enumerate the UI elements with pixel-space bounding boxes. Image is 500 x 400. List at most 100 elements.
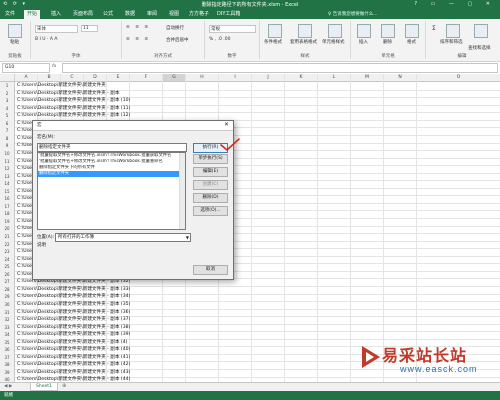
cell-value[interactable]: C:\Users\Desktop\新建文件夹\新建文件夹 (17, 82, 106, 90)
create-button[interactable]: 创建(C) (193, 180, 228, 190)
row-number[interactable]: 22 (0, 240, 15, 249)
macro-name-input[interactable]: 删除指定文件夹 (37, 143, 187, 152)
row-number[interactable]: 16 (0, 195, 15, 203)
sheet-nav-icon[interactable]: ◀ ▶ (4, 383, 12, 390)
row-number[interactable]: 30 (0, 300, 15, 309)
column-header[interactable]: E (107, 74, 130, 82)
cell-styles-button[interactable]: 单元格样式 (322, 39, 345, 45)
conditional-format-icon[interactable] (268, 24, 282, 38)
row-number[interactable]: 12 (0, 165, 15, 173)
font-format-buttons[interactable]: B I U · A A (35, 37, 57, 42)
row-number[interactable]: 9 (0, 142, 15, 151)
row-number[interactable]: 32 (0, 316, 15, 324)
column-header[interactable]: K (285, 74, 318, 82)
tab-view[interactable]: 视图 (166, 10, 182, 19)
tab-formulas[interactable]: 公式 (100, 10, 116, 19)
row-number[interactable]: 37 (0, 353, 15, 362)
row-number[interactable]: 20 (0, 225, 15, 234)
select-all-corner[interactable] (0, 74, 15, 82)
insert-cells-button[interactable]: 插入 (359, 39, 368, 45)
row-number[interactable]: 11 (0, 157, 15, 166)
row-number[interactable]: 39 (0, 368, 15, 377)
indent-buttons[interactable]: ≡ ≡ ≡ (126, 37, 150, 42)
tab-page-layout[interactable]: 页面布局 (70, 10, 96, 19)
cell-value[interactable]: C:\Users\Desktop\新建文件夹\新建文件夹 - 副本 (41) (17, 354, 130, 362)
sort-filter-icon[interactable] (446, 24, 460, 38)
conditional-format-button[interactable]: 条件格式 (264, 39, 282, 45)
find-select-icon[interactable] (474, 24, 488, 38)
row-number[interactable]: 33 (0, 323, 15, 332)
row-number[interactable]: 35 (0, 338, 15, 347)
column-header[interactable]: D (84, 74, 107, 82)
row-number[interactable]: 10 (0, 149, 15, 158)
row-number[interactable]: 28 (0, 285, 15, 294)
find-select-button[interactable]: 查找和选择 (468, 45, 491, 51)
cell-styles-icon[interactable] (328, 24, 342, 38)
row-number[interactable]: 26 (0, 270, 15, 279)
cancel-button[interactable]: 取消 (193, 265, 228, 275)
column-header[interactable]: L (318, 74, 351, 82)
tab-insert[interactable]: 插入 (48, 10, 64, 19)
format-cells-button[interactable]: 格式 (407, 39, 416, 45)
font-size-select[interactable]: 11 (81, 25, 98, 32)
row-number[interactable]: 2 (0, 89, 15, 98)
row-number[interactable]: 17 (0, 202, 15, 211)
column-header[interactable]: A (15, 74, 38, 82)
list-scrollbar[interactable] (179, 153, 185, 229)
column-header[interactable]: H (186, 74, 219, 82)
autosum-icon[interactable]: Σ (432, 25, 436, 32)
tab-data[interactable]: 数据 (122, 10, 138, 19)
step-into-button[interactable]: 单步执行(S) (193, 154, 228, 164)
row-number[interactable]: 5 (0, 112, 15, 120)
row-number[interactable]: 24 (0, 255, 15, 264)
row-number[interactable]: 19 (0, 217, 15, 226)
cell-value[interactable]: C:\Users\Desktop\新建文件夹\新建文件夹 - 副本 (33) (17, 286, 130, 294)
format-as-table-button[interactable]: 套用表格格式 (290, 39, 317, 45)
tab-home[interactable]: 开始 (24, 10, 41, 19)
column-header[interactable]: C (61, 74, 84, 82)
cell-value[interactable]: C:\Users\Desktop\新建文件夹\新建文件夹 - 副本 (42) (17, 361, 130, 369)
insert-cells-icon[interactable] (357, 24, 371, 38)
tab-review[interactable]: 审阅 (144, 10, 160, 19)
format-as-table-icon[interactable] (298, 24, 312, 38)
name-box[interactable]: G10 (2, 63, 50, 73)
row-number[interactable]: 6 (0, 119, 15, 128)
merge-center-button[interactable]: 合并后居中 (166, 37, 189, 43)
tell-me-search[interactable]: ♀ 告诉我您想要做什么... (328, 11, 378, 17)
row-number[interactable]: 7 (0, 127, 15, 135)
row-number[interactable]: 4 (0, 104, 15, 113)
cell-value[interactable]: C:\Users\Desktop\新建文件夹\新建文件夹 - 副本 (36) (17, 309, 130, 317)
close-icon[interactable]: ✕ (224, 121, 229, 128)
tab-file[interactable]: 文件 (2, 10, 18, 19)
paste-icon[interactable] (8, 24, 22, 38)
fx-icon[interactable]: fx (52, 64, 56, 69)
row-number[interactable]: 8 (0, 134, 15, 143)
macro-list-item[interactable]: 删除指定文件夹 (38, 171, 185, 177)
column-header[interactable]: B (38, 74, 61, 82)
row-number[interactable]: 15 (0, 187, 15, 196)
row-number[interactable]: 36 (0, 346, 15, 354)
edit-button[interactable]: 编辑(E) (193, 167, 228, 177)
tab-fangfang[interactable]: 方方格子 (186, 10, 212, 19)
row-number[interactable]: 34 (0, 331, 15, 339)
cell-value[interactable]: C:\Users\Desktop\新建文件夹\新建文件夹 - 副本 (34) (17, 293, 130, 301)
row-number[interactable]: 23 (0, 248, 15, 256)
column-header[interactable]: F (130, 74, 163, 82)
column-header[interactable]: J (252, 74, 285, 82)
column-header[interactable]: I (219, 74, 252, 82)
row-number[interactable]: 1 (0, 82, 15, 90)
wrap-text-button[interactable]: 自动换行 (166, 25, 184, 31)
cell-value[interactable]: C:\Users\Desktop\新建文件夹\新建文件夹 - 副本 (11) (17, 105, 130, 113)
delete-button[interactable]: 删除(D) (193, 193, 228, 203)
number-format-buttons[interactable]: % , .0 .00 (209, 37, 230, 42)
font-name-select[interactable]: 宋体 (35, 25, 78, 33)
cell-value[interactable]: C:\Users\Desktop\新建文件夹\新建文件夹 - 副本 (35) (17, 301, 130, 309)
row-number[interactable]: 31 (0, 308, 15, 317)
cell-value[interactable]: C:\Users\Desktop\新建文件夹\新建文件夹 - 副本 (12) (17, 112, 130, 120)
location-select[interactable]: 所有打开的工作簿 ▼ (55, 233, 191, 242)
delete-cells-icon[interactable] (381, 24, 395, 38)
window-controls[interactable]: ? ▭ — ▢ ✕ (414, 1, 496, 7)
options-button[interactable]: 选项(O)... (193, 206, 228, 216)
cell-value[interactable]: C:\Users\Desktop\新建文件夹\新建文件夹 - 副本 (39) (17, 331, 130, 339)
row-number[interactable]: 18 (0, 210, 15, 219)
